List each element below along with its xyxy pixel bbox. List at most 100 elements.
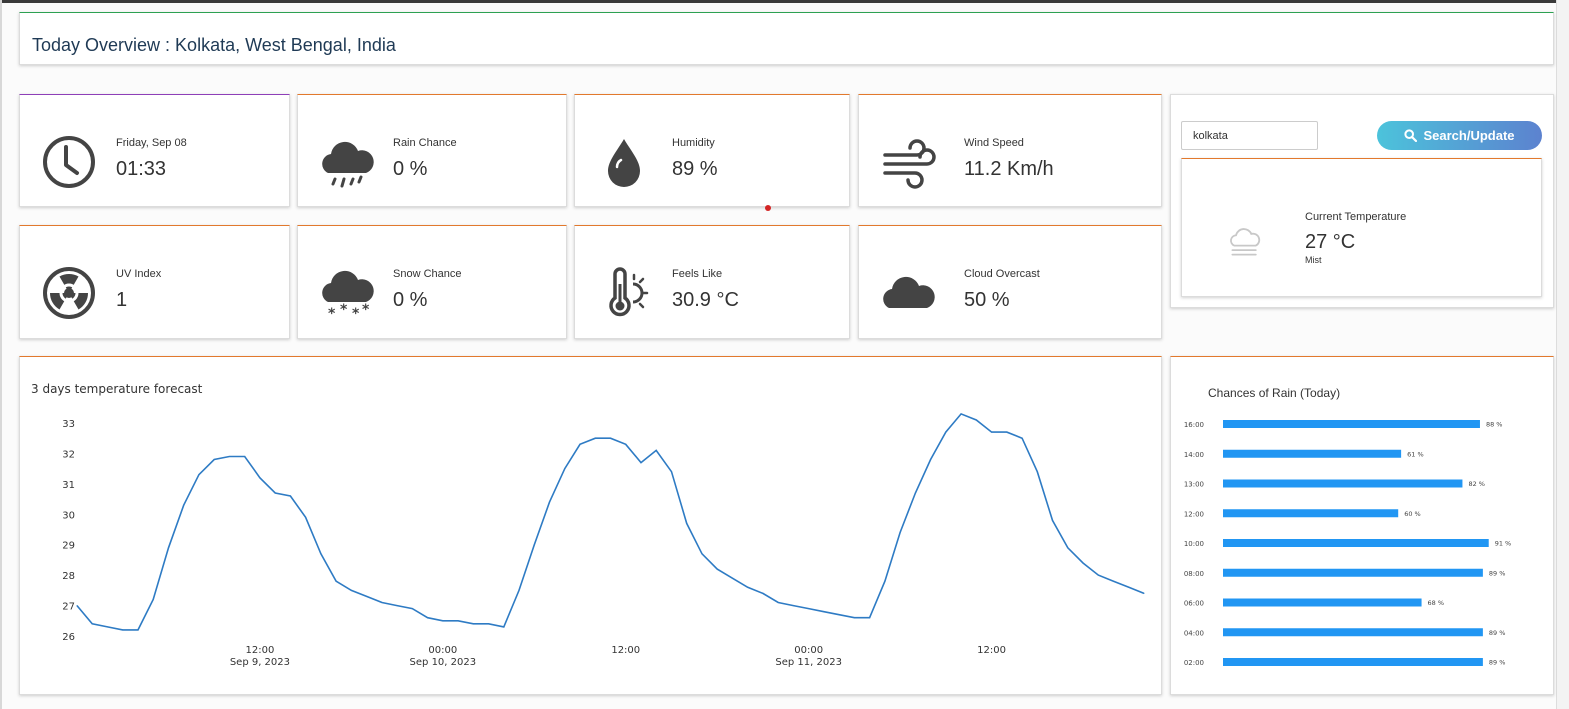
temperature-point [259, 477, 261, 479]
rain-bar [1223, 420, 1480, 428]
temperature-point [167, 547, 169, 549]
temperature-point [777, 602, 779, 604]
temperature-point [442, 620, 444, 622]
rain-bar [1223, 598, 1422, 607]
rain-category-label: 12:00 [1184, 510, 1204, 518]
feels-like-label: Feels Like [672, 268, 723, 280]
temperature-point [914, 492, 916, 494]
svg-text:*: * [328, 306, 336, 322]
uv-index-card: UV Index 1 [19, 225, 290, 339]
temperature-point [1128, 586, 1130, 588]
temperature-point [1082, 562, 1084, 564]
snow-chance-label: Snow Chance [393, 268, 462, 280]
temperature-point [625, 443, 627, 445]
rain-value-label: 60 % [1404, 510, 1421, 518]
search-update-label: Search/Update [1423, 128, 1515, 143]
rain-bar [1223, 628, 1483, 637]
rain-bar [1223, 658, 1483, 666]
temperature-point [838, 614, 840, 616]
temperature-point [853, 617, 855, 619]
snow-cloud-icon: * * * * [322, 270, 374, 322]
temperature-point [183, 504, 185, 506]
rain-chance-value: 0 % [393, 158, 428, 180]
temperature-point [701, 553, 703, 555]
rain-category-label: 06:00 [1184, 600, 1204, 608]
temperature-point [411, 608, 413, 610]
temperature-point [869, 617, 871, 619]
time-card-value: 01:33 [116, 158, 167, 180]
temperature-point [91, 623, 93, 625]
x-tick-time: 12:00 [977, 645, 1006, 656]
current-temperature-card: Current Temperature 27 °C Mist [1181, 158, 1542, 297]
rain-value-label: 89 % [1489, 569, 1506, 577]
temperature-point [137, 629, 139, 631]
temperature-point [289, 495, 291, 497]
window-scrollbar[interactable] [1556, 0, 1569, 709]
rain-value-label: 82 % [1468, 480, 1485, 488]
rain-category-label: 02:00 [1184, 659, 1204, 667]
thermometer-sun-icon [609, 267, 649, 317]
rain-chances-card: Chances of Rain (Today) 16:00 88 % 14:00 61… [1170, 356, 1554, 695]
y-tick-label: 29 [62, 541, 75, 552]
temperature-point [457, 620, 459, 622]
temperature-point [228, 455, 230, 457]
search-update-button[interactable]: Search/Update [1377, 121, 1542, 150]
temperature-point [503, 626, 505, 628]
x-tick-date: Sep 9, 2023 [230, 657, 290, 668]
temperature-point [975, 419, 977, 421]
city-search-input[interactable] [1181, 121, 1318, 150]
rain-category-label: 14:00 [1184, 451, 1204, 459]
temperature-point [472, 623, 474, 625]
temperature-point [198, 474, 200, 476]
temperature-point [305, 516, 307, 518]
temperature-point [1113, 580, 1115, 582]
loading-indicator-dot [765, 205, 771, 211]
wind-speed-label: Wind Speed [964, 137, 1024, 149]
cloud-overcast-card: Cloud Overcast 50 % [858, 225, 1162, 339]
temperature-point [1052, 519, 1054, 521]
x-tick-time: 00:00 [428, 645, 457, 656]
temperature-point [564, 468, 566, 470]
temperature-point [686, 522, 688, 524]
time-card-label: Friday, Sep 08 [116, 137, 187, 149]
y-tick-label: 30 [62, 510, 75, 521]
x-tick-time: 00:00 [794, 645, 823, 656]
temperature-point [731, 577, 733, 579]
y-tick-label: 33 [62, 419, 75, 430]
temperature-point [884, 580, 886, 582]
snow-chance-value: 0 % [393, 289, 428, 311]
rain-category-label: 10:00 [1184, 540, 1204, 548]
temperature-point [747, 586, 749, 588]
cloud-icon [883, 276, 935, 308]
feels-like-value: 30.9 °C [672, 289, 739, 311]
temperature-point [244, 455, 246, 457]
rain-value-label: 91 % [1495, 540, 1512, 548]
humidity-value: 89 % [672, 158, 718, 180]
y-tick-label: 27 [62, 602, 75, 613]
rain-bar [1223, 539, 1489, 547]
uv-index-value: 1 [116, 289, 128, 311]
temperature-point [930, 459, 932, 461]
temperature-point [655, 449, 657, 451]
y-tick-label: 28 [62, 571, 75, 582]
rain-chances-bar-chart: 16:00 88 % 14:00 61 % 13:00 82 % 12:00 60 % 10:0… [1184, 420, 1512, 667]
temperature-point [381, 602, 383, 604]
temperature-point [488, 623, 490, 625]
mist-cloud-icon [1230, 228, 1261, 256]
temperature-point [640, 462, 642, 464]
rain-bar [1223, 509, 1399, 518]
uv-index-label: UV Index [116, 268, 162, 280]
temperature-point [106, 626, 108, 628]
temperature-point [549, 501, 551, 503]
rain-chance-card: Rain Chance 0 % [297, 94, 567, 207]
radiation-icon [43, 267, 95, 319]
temperature-forecast-card: 3 days temperature forecast 26 27 28 29 30 31… [19, 356, 1162, 695]
temperature-point [991, 431, 993, 433]
temperature-point [762, 592, 764, 594]
wind-speed-value: 11.2 Km/h [964, 158, 1054, 180]
temperature-point [152, 598, 154, 600]
humidity-label: Humidity [672, 137, 715, 149]
temperature-point [899, 532, 901, 534]
temperature-point [792, 605, 794, 607]
x-tick-time: 12:00 [611, 645, 640, 656]
